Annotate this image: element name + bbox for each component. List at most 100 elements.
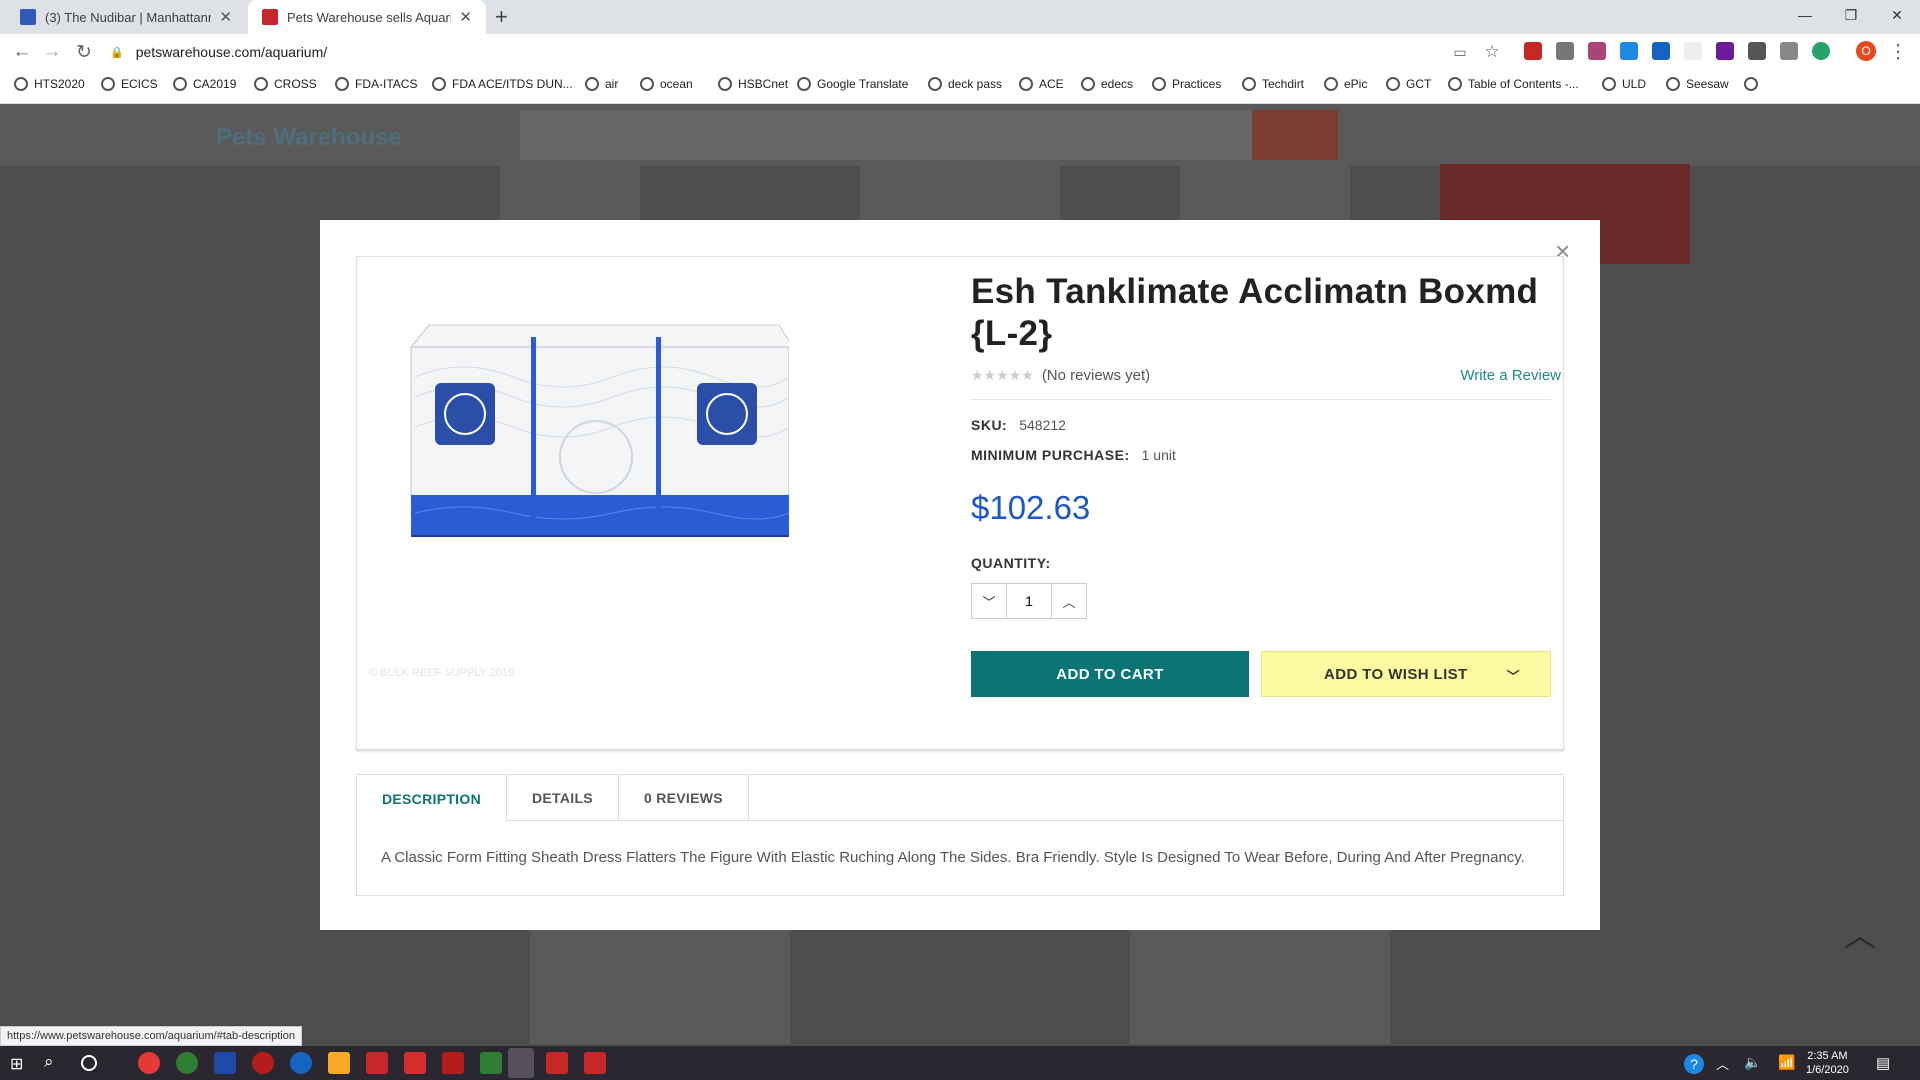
bookmark-ocean[interactable]: ocean: [640, 74, 693, 94]
restore-button[interactable]: ❐: [1828, 0, 1874, 30]
bookmark-globe-icon: [1602, 77, 1616, 91]
menu-dots-icon[interactable]: ⋮: [1886, 40, 1910, 64]
back-arrow-icon[interactable]: ←: [10, 40, 34, 64]
browser-tab-title: (3) The Nudibar | Manhattanreefs: [45, 9, 212, 25]
product-price: $102.63: [971, 489, 1091, 526]
ie-taskbar-icon[interactable]: [290, 1052, 312, 1074]
word-taskbar-icon[interactable]: [214, 1052, 236, 1074]
network-icon[interactable]: 📶: [1778, 1054, 1795, 1071]
close-tab-icon[interactable]: ✕: [219, 8, 232, 26]
bookmark-fda-ace[interactable]: FDA ACE/ITDS DUN...: [432, 74, 573, 94]
app-taskbar-icon[interactable]: [252, 1052, 274, 1074]
bookmark-globe-icon: [1152, 77, 1166, 91]
add-to-cart-button[interactable]: ADD TO CART: [971, 651, 1249, 697]
extension-icon[interactable]: [1620, 42, 1638, 60]
address-bar[interactable]: 🔒 petswarehouse.com/aquarium/: [110, 40, 1490, 64]
notifications-icon[interactable]: ▤: [1876, 1054, 1890, 1072]
site-favicon-icon: [20, 9, 36, 25]
tab-reviews[interactable]: 0 REVIEWS: [619, 775, 749, 821]
bookmark-extra[interactable]: [1744, 74, 1764, 94]
minimize-button[interactable]: —: [1782, 0, 1828, 30]
search-icon[interactable]: ⌕: [44, 1052, 54, 1072]
browser-tab-nudibar[interactable]: (3) The Nudibar | Manhattanreefs ✕: [6, 0, 246, 34]
extension-icon[interactable]: [1556, 42, 1574, 60]
bookmark-edecs[interactable]: edecs: [1081, 74, 1133, 94]
star-icon: ★: [983, 367, 997, 383]
site-header: Pets Warehouse: [0, 104, 1920, 166]
bookmark-globe-icon: [1242, 77, 1256, 91]
extension-icon[interactable]: [1588, 42, 1606, 60]
app-taskbar-icon[interactable]: [176, 1052, 198, 1074]
close-tab-icon[interactable]: ✕: [459, 8, 472, 26]
chevron-up-icon[interactable]: ︿: [1716, 1054, 1729, 1073]
quantity-input[interactable]: [1006, 584, 1052, 618]
close-window-button[interactable]: ✕: [1874, 0, 1920, 30]
bookmark-ace[interactable]: ACE: [1019, 74, 1064, 94]
bookmark-table-of-contents[interactable]: Table of Contents -...: [1448, 74, 1579, 94]
bookmark-uld[interactable]: ULD: [1602, 74, 1646, 94]
bookmark-google-translate[interactable]: Google Translate: [797, 74, 908, 94]
chrome-taskbar-icon[interactable]: [138, 1052, 160, 1074]
bookmark-star-icon[interactable]: ☆: [1480, 40, 1504, 64]
bookmark-ecics[interactable]: ECICS: [101, 74, 158, 94]
acrobat-taskbar-icon[interactable]: [404, 1052, 426, 1074]
star-icon: ★: [971, 367, 984, 383]
bookmark-seesaw[interactable]: Seesaw: [1666, 74, 1729, 94]
tab-details[interactable]: DETAILS: [507, 775, 619, 821]
reload-icon[interactable]: ↻: [72, 40, 96, 64]
app-taskbar-icon[interactable]: [584, 1052, 606, 1074]
reviews-count: (No reviews yet): [1041, 367, 1151, 384]
site-search-button: [1252, 110, 1338, 160]
bookmark-globe-icon: [1386, 77, 1400, 91]
bookmark-ca2019[interactable]: CA2019: [173, 74, 236, 94]
new-tab-button[interactable]: +: [495, 4, 508, 30]
bookmark-globe-icon: [797, 77, 811, 91]
bookmark-globe-icon: [1081, 77, 1095, 91]
increment-chevron-icon[interactable]: ︿: [1052, 584, 1086, 618]
volume-icon[interactable]: 🔈: [1744, 1054, 1761, 1071]
bookmark-air[interactable]: air: [585, 74, 618, 94]
write-review-link[interactable]: Write a Review: [1357, 367, 1561, 384]
extension-icon[interactable]: [1716, 42, 1734, 60]
sku-label: SKU:: [971, 417, 1008, 433]
forward-arrow-icon[interactable]: →: [40, 40, 64, 64]
bookmark-practices[interactable]: Practices: [1152, 74, 1221, 94]
app-taskbar-icon[interactable]: [546, 1052, 568, 1074]
lock-icon: 🔒: [110, 46, 124, 59]
bookmark-fda-itacs[interactable]: FDA-ITACS: [335, 74, 417, 94]
product-description: A Classic Form Fitting Sheath Dress Flat…: [381, 849, 1525, 866]
profile-avatar[interactable]: O: [1856, 41, 1876, 61]
extension-icon[interactable]: [1812, 42, 1830, 60]
bookmark-hsbcnet[interactable]: HSBCnet: [718, 74, 788, 94]
netflix-taskbar-icon[interactable]: [442, 1052, 464, 1074]
chevron-down-icon[interactable]: ﹀: [1507, 666, 1520, 685]
bookmark-globe-icon: [1019, 77, 1033, 91]
help-icon[interactable]: ?: [1684, 1054, 1704, 1074]
product-image: [409, 324, 789, 537]
bookmark-cross[interactable]: CROSS: [254, 74, 317, 94]
quantity-label: QUANTITY:: [971, 555, 1051, 571]
extension-icon[interactable]: [1652, 42, 1670, 60]
decrement-chevron-icon[interactable]: ﹀: [972, 584, 1006, 618]
cortana-icon[interactable]: [81, 1055, 97, 1071]
extension-icon[interactable]: [1748, 42, 1766, 60]
app-taskbar-icon[interactable]: [366, 1052, 388, 1074]
bookmark-epic[interactable]: ePic: [1324, 74, 1367, 94]
bookmark-hts2020[interactable]: HTS2020: [14, 74, 85, 94]
extension-icon[interactable]: [1684, 42, 1702, 60]
extension-icon[interactable]: [1780, 42, 1798, 60]
file-explorer-icon[interactable]: [328, 1052, 350, 1074]
chrome-active-taskbar-icon[interactable]: [508, 1048, 534, 1078]
excel-taskbar-icon[interactable]: [480, 1052, 502, 1074]
system-clock[interactable]: 2:35 AM 1/6/2020: [1806, 1049, 1849, 1077]
extension-icon[interactable]: [1524, 42, 1542, 60]
bookmark-techdirt[interactable]: Techdirt: [1242, 74, 1304, 94]
bookmark-gct[interactable]: GCT: [1386, 74, 1431, 94]
site-favicon-icon: [262, 9, 278, 25]
tab-description[interactable]: DESCRIPTION: [357, 775, 507, 822]
cast-icon[interactable]: ▭: [1448, 40, 1472, 64]
browser-tab-petswarehouse[interactable]: Pets Warehouse sells Aquarium Tank ✕: [248, 0, 486, 34]
windows-start-icon[interactable]: ⊞: [10, 1054, 23, 1074]
add-to-wishlist-button[interactable]: ADD TO WISH LIST ﹀: [1261, 651, 1551, 697]
bookmark-deck-pass[interactable]: deck pass: [928, 74, 1002, 94]
